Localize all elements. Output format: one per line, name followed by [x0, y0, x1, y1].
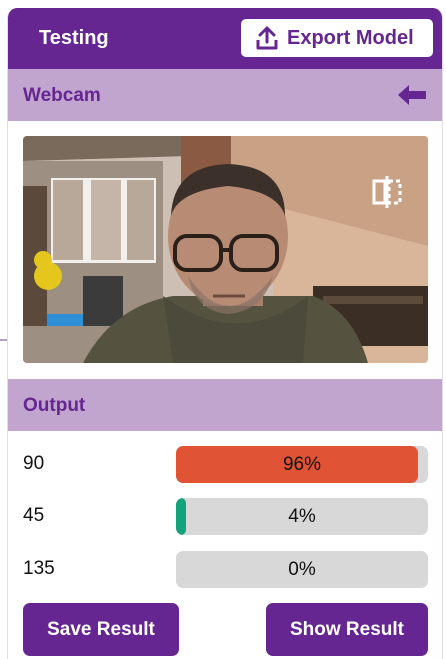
upload-icon [256, 26, 278, 50]
output-section-header: Output [8, 379, 442, 431]
panel-title: Testing [39, 27, 109, 49]
confidence-bar: 96% [176, 446, 428, 483]
testing-panel: Testing Export Model Webcam Output 90 96… [7, 8, 443, 659]
class-label: 90 [23, 453, 45, 474]
webcam-title: Webcam [23, 85, 101, 106]
confidence-percent: 4% [288, 505, 316, 527]
webcam-frame-image [23, 136, 428, 363]
confidence-percent: 0% [288, 558, 316, 580]
output-title: Output [23, 395, 86, 416]
show-result-button[interactable]: Show Result [266, 603, 428, 656]
export-model-button[interactable]: Export Model [241, 19, 433, 57]
save-result-label: Save Result [47, 618, 155, 640]
confidence-bar: 4% [176, 498, 428, 535]
confidence-bar: 0% [176, 551, 428, 588]
class-label: 45 [23, 505, 45, 526]
panel-header: Testing Export Model [8, 8, 442, 69]
webcam-preview [23, 136, 428, 363]
webcam-section-header: Webcam [8, 69, 442, 121]
save-result-button[interactable]: Save Result [23, 603, 179, 656]
flip-horizontal-icon[interactable] [371, 175, 403, 209]
confidence-percent: 96% [282, 453, 322, 475]
arrow-left-icon[interactable] [397, 84, 427, 106]
export-model-label: Export Model [287, 26, 414, 49]
show-result-label: Show Result [289, 618, 404, 640]
class-label: 135 [23, 558, 55, 579]
